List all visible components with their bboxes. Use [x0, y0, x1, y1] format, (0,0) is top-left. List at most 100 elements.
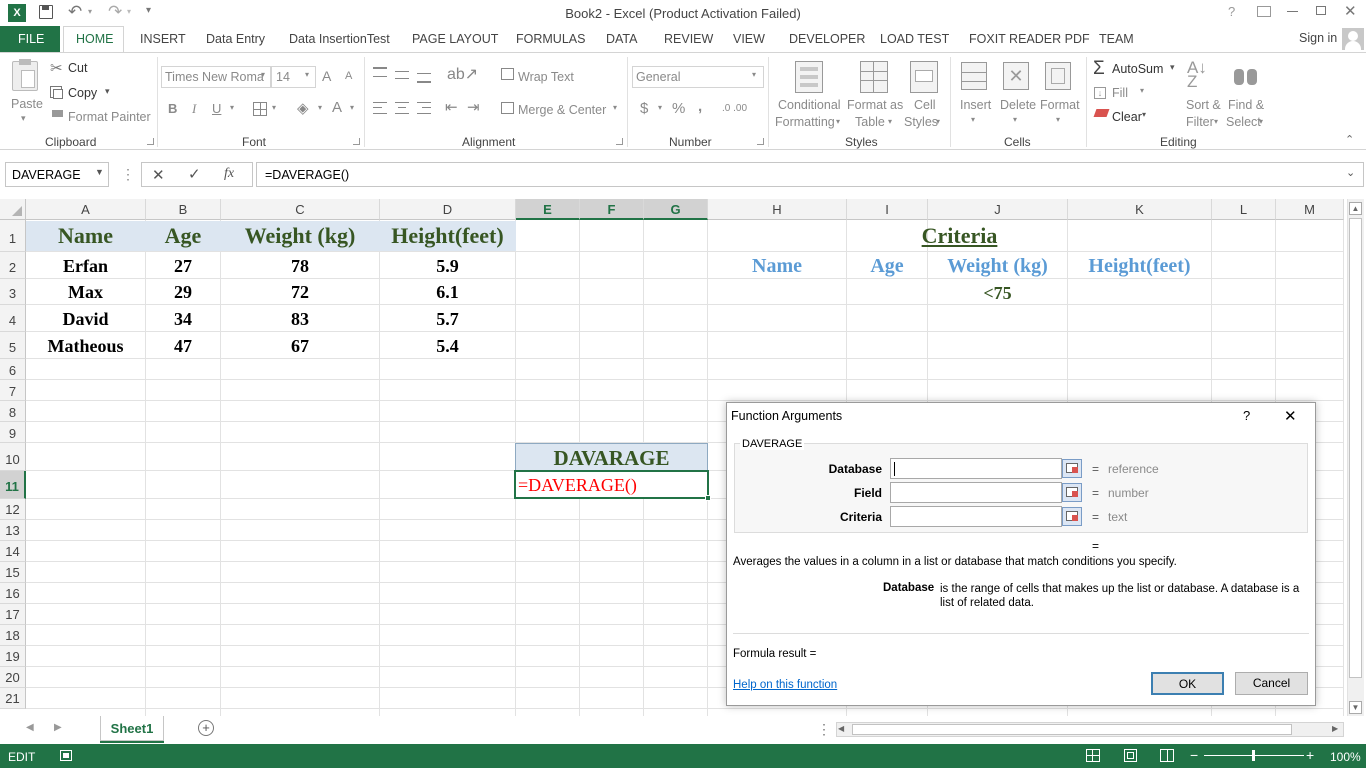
- row-header-5[interactable]: 5: [0, 332, 26, 359]
- delete-cells-button[interactable]: Delete: [1000, 98, 1036, 112]
- format-painter-icon[interactable]: [52, 110, 63, 117]
- table-cell[interactable]: 5.7: [380, 309, 515, 330]
- bold-button[interactable]: B: [168, 101, 177, 116]
- row-header-20[interactable]: 20: [0, 667, 26, 688]
- find-select-label-2[interactable]: Select: [1226, 115, 1261, 129]
- middle-align-icon[interactable]: [395, 71, 409, 79]
- scroll-right-icon[interactable]: ▶: [1332, 724, 1338, 733]
- align-center-icon[interactable]: [395, 102, 409, 114]
- format-cells-dropdown-icon[interactable]: ▾: [1056, 115, 1060, 124]
- field-ref-collapse-icon[interactable]: [1062, 483, 1082, 502]
- formula-bar-grip-icon[interactable]: ⋮: [121, 166, 135, 183]
- format-as-table-icon[interactable]: [860, 61, 888, 93]
- fill-handle[interactable]: [705, 495, 711, 501]
- column-header-j[interactable]: J: [928, 199, 1068, 220]
- table-cell[interactable]: 67: [221, 336, 379, 357]
- tab-page-layout[interactable]: PAGE LAYOUT: [412, 32, 498, 46]
- font-color-dropdown-icon[interactable]: ▾: [350, 103, 354, 112]
- table-cell[interactable]: David: [26, 309, 145, 330]
- page-layout-view-icon[interactable]: [1124, 749, 1137, 762]
- tab-insert[interactable]: INSERT: [140, 32, 186, 46]
- table-cell[interactable]: 6.1: [380, 282, 515, 303]
- row-header-3[interactable]: 3: [0, 279, 26, 305]
- scroll-left-icon[interactable]: ◀: [838, 724, 844, 733]
- font-size-dropdown-icon[interactable]: ▾: [305, 70, 309, 79]
- autosum-icon[interactable]: Σ: [1093, 58, 1105, 80]
- underline-button[interactable]: U: [212, 101, 221, 116]
- column-header-d[interactable]: D: [380, 199, 516, 220]
- align-right-icon[interactable]: [417, 102, 431, 114]
- format-painter-button[interactable]: Format Painter: [68, 110, 151, 124]
- cell-styles-icon[interactable]: [910, 61, 938, 93]
- paste-dropdown-icon[interactable]: ▾: [21, 113, 26, 124]
- column-header-a[interactable]: A: [26, 199, 146, 220]
- tab-split-grip-icon[interactable]: ⋮: [817, 721, 831, 738]
- row-header-12[interactable]: 12: [0, 499, 26, 520]
- comma-button[interactable]: ,: [698, 98, 702, 115]
- underline-dropdown-icon[interactable]: ▾: [230, 103, 234, 112]
- merge-dropdown-icon[interactable]: ▾: [613, 103, 617, 112]
- table-cell[interactable]: 83: [221, 309, 379, 330]
- tab-load-test[interactable]: LOAD TEST: [880, 32, 949, 46]
- ok-button[interactable]: OK: [1151, 672, 1224, 695]
- row-header-17[interactable]: 17: [0, 604, 26, 625]
- table-cell[interactable]: 34: [146, 309, 220, 330]
- increase-indent-icon[interactable]: ⇥: [467, 98, 480, 116]
- fill-icon[interactable]: ↓: [1094, 87, 1106, 99]
- sort-filter-dropdown-icon[interactable]: ▾: [1214, 117, 1218, 126]
- fill-dropdown-icon[interactable]: ▾: [1140, 86, 1144, 95]
- conditional-formatting-dropdown-icon[interactable]: ▾: [836, 117, 840, 126]
- autosum-dropdown-icon[interactable]: ▾: [1170, 62, 1175, 73]
- column-header-m[interactable]: M: [1276, 199, 1344, 220]
- cancel-formula-icon[interactable]: ✕: [152, 166, 165, 184]
- merge-center-icon[interactable]: [501, 102, 514, 114]
- cell-styles-label-2[interactable]: Styles: [904, 115, 938, 129]
- borders-icon[interactable]: [253, 102, 267, 116]
- row-header-21[interactable]: 21: [0, 688, 26, 709]
- column-header-g[interactable]: G: [644, 199, 708, 220]
- font-name-dropdown-icon[interactable]: ▾: [261, 70, 265, 79]
- dialog-help-icon[interactable]: ?: [1243, 408, 1250, 423]
- fill-button[interactable]: Fill: [1112, 86, 1128, 100]
- column-header-b[interactable]: B: [146, 199, 221, 220]
- top-align-icon[interactable]: [373, 67, 387, 77]
- row-header-16[interactable]: 16: [0, 583, 26, 604]
- zoom-out-icon[interactable]: −: [1190, 747, 1198, 763]
- criteria-header-weight[interactable]: Weight (kg): [928, 255, 1067, 278]
- orientation-icon[interactable]: ab↗: [447, 64, 478, 84]
- tab-formulas[interactable]: FORMULAS: [516, 32, 585, 46]
- format-as-table-label-2[interactable]: Table: [855, 115, 885, 129]
- tab-review[interactable]: REVIEW: [664, 32, 713, 46]
- cancel-button[interactable]: Cancel: [1235, 672, 1308, 695]
- grow-font-button[interactable]: A: [322, 68, 331, 84]
- row-header-8[interactable]: 8: [0, 401, 26, 422]
- tab-foxit-reader-pdf[interactable]: FOXIT READER PDF: [969, 32, 1090, 46]
- formula-input[interactable]: [256, 162, 1364, 187]
- table-cell[interactable]: 29: [146, 282, 220, 303]
- fill-color-dropdown-icon[interactable]: ▾: [318, 103, 322, 112]
- sort-filter-icon[interactable]: A↓ Z: [1187, 59, 1207, 90]
- wrap-text-button[interactable]: Wrap Text: [518, 70, 574, 84]
- scroll-up-icon[interactable]: ▲: [1349, 202, 1362, 215]
- row-header-10[interactable]: 10: [0, 443, 26, 471]
- sort-filter-label-2[interactable]: Filter: [1186, 115, 1214, 129]
- select-all-corner[interactable]: [0, 199, 26, 220]
- vertical-scroll-thumb[interactable]: [1349, 218, 1362, 678]
- alignment-dialog-launcher-icon[interactable]: [616, 138, 623, 145]
- format-cells-icon[interactable]: [1045, 62, 1071, 90]
- table-cell[interactable]: 27: [146, 256, 220, 277]
- fill-color-icon[interactable]: ◈: [297, 99, 309, 117]
- wrap-text-icon[interactable]: [501, 68, 514, 80]
- conditional-formatting-label-2[interactable]: Formatting: [775, 115, 835, 129]
- insert-cells-icon[interactable]: [961, 62, 987, 90]
- format-as-table-dropdown-icon[interactable]: ▾: [888, 117, 892, 126]
- row-header-9[interactable]: 9: [0, 422, 26, 443]
- cut-button[interactable]: Cut: [68, 61, 87, 75]
- macro-record-icon[interactable]: [60, 750, 72, 761]
- font-dialog-launcher-icon[interactable]: [353, 138, 360, 145]
- prev-sheet-icon[interactable]: ◀: [26, 722, 34, 733]
- insert-function-icon[interactable]: fx: [224, 166, 234, 182]
- percent-button[interactable]: %: [672, 100, 685, 117]
- decimal-buttons[interactable]: .0 .00: [722, 103, 747, 114]
- criteria-ref-collapse-icon[interactable]: [1062, 507, 1082, 526]
